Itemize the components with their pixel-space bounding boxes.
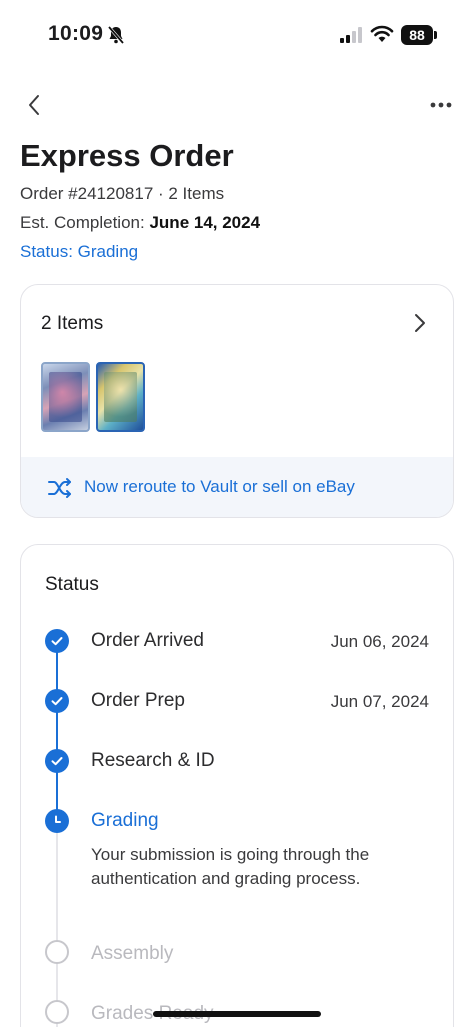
timeline-pending-line	[56, 833, 58, 1027]
wifi-icon	[370, 25, 394, 42]
step-description: Your submission is going through the aut…	[91, 845, 370, 888]
step-complete-icon	[45, 689, 69, 713]
step-date: Jun 06, 2024	[330, 632, 429, 651]
status-section-title: Status	[45, 574, 99, 595]
step-label: Order Prep	[91, 690, 185, 711]
step-pending-icon	[45, 1000, 69, 1024]
more-horizontal-icon[interactable]	[424, 94, 458, 116]
shuffle-icon	[48, 478, 71, 498]
home-indicator[interactable]	[153, 1011, 321, 1017]
step-date: Jun 07, 2024	[330, 692, 429, 711]
battery-icon: 88	[401, 25, 433, 45]
card-thumbnail-1[interactable]	[41, 362, 90, 432]
est-completion-label: Est. Completion:	[20, 213, 145, 232]
items-count-title: 2 Items	[41, 313, 104, 334]
cellular-signal-icon	[340, 27, 362, 43]
status-time: 10:09	[48, 22, 104, 45]
chevron-right-icon[interactable]	[409, 311, 431, 335]
order-number: Order #24120817 · 2 Items	[20, 184, 225, 203]
bell-slash-icon	[107, 26, 125, 44]
reroute-banner[interactable]: Now reroute to Vault or sell on eBay	[21, 457, 453, 517]
step-complete-icon	[45, 629, 69, 653]
step-pending-icon	[45, 940, 69, 964]
step-complete-icon	[45, 749, 69, 773]
battery-tip	[434, 31, 437, 39]
reroute-link[interactable]: Now reroute to Vault or sell on eBay	[84, 477, 355, 497]
step-label: Order Arrived	[91, 630, 204, 651]
items-card[interactable]: 2 Items Now reroute to Vault or sell on …	[20, 284, 454, 518]
est-completion-date: June 14, 2024	[149, 213, 261, 232]
estimated-completion: Est. Completion: June 14, 2024	[20, 213, 260, 233]
order-status[interactable]: Status: Grading	[20, 242, 138, 262]
step-label-current: Grading	[91, 810, 159, 831]
page-title: Express Order	[20, 138, 234, 173]
chevron-left-icon[interactable]	[20, 90, 50, 120]
status-card: Status Order Arrived Jun 06, 2024 Order …	[20, 544, 454, 1027]
timeline-progress-line	[56, 641, 58, 821]
status-bar: 10:09 88	[0, 0, 474, 70]
clock-icon	[45, 809, 69, 833]
battery-level: 88	[409, 27, 425, 43]
card-thumbnail-2[interactable]	[96, 362, 145, 432]
step-label: Research & ID	[91, 750, 215, 771]
step-label-pending: Assembly	[91, 943, 174, 964]
